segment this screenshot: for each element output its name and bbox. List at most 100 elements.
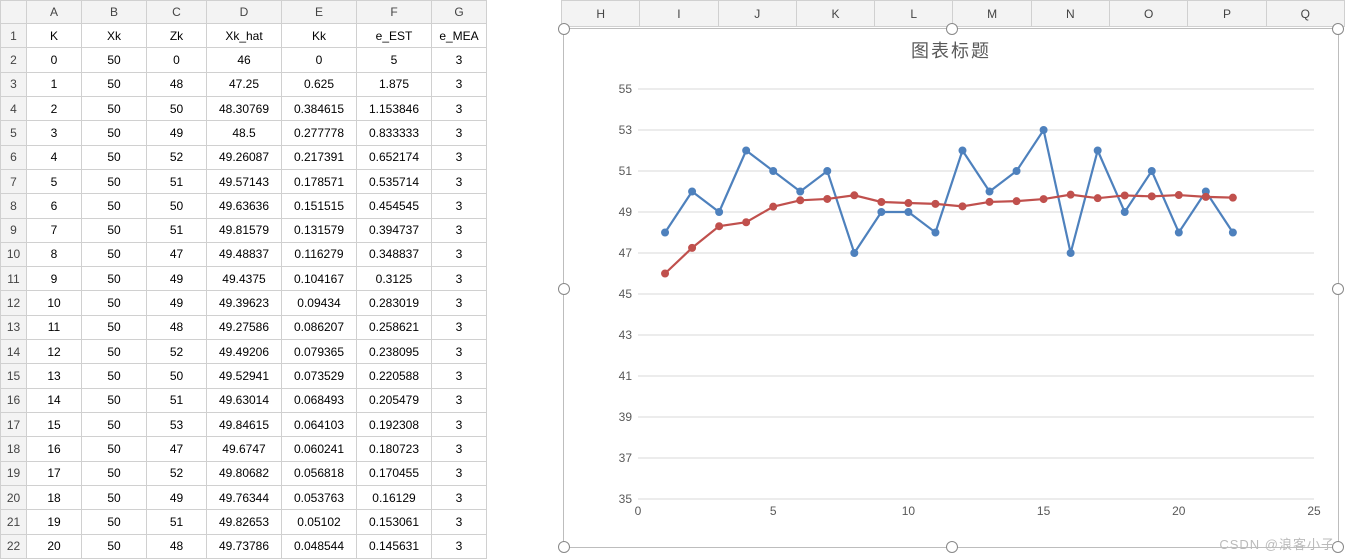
cell[interactable]: 3 bbox=[432, 461, 487, 485]
cell[interactable]: 15 bbox=[27, 413, 82, 437]
cell[interactable]: 0.384615 bbox=[282, 96, 357, 120]
row-header[interactable]: 18 bbox=[1, 437, 27, 461]
col-header-L[interactable]: L bbox=[875, 1, 953, 27]
col-header-A[interactable]: A bbox=[27, 1, 82, 24]
cell[interactable]: 50 bbox=[82, 485, 147, 509]
cell[interactable]: 49.73786 bbox=[207, 534, 282, 558]
row-header[interactable]: 7 bbox=[1, 169, 27, 193]
cell[interactable]: 0.258621 bbox=[357, 315, 432, 339]
cell[interactable]: 0.833333 bbox=[357, 121, 432, 145]
cell[interactable]: 3 bbox=[432, 340, 487, 364]
col-header-G[interactable]: G bbox=[432, 1, 487, 24]
cell[interactable]: 0.048544 bbox=[282, 534, 357, 558]
resize-handle-icon[interactable] bbox=[1332, 283, 1344, 295]
cell[interactable]: 3 bbox=[432, 534, 487, 558]
row-header[interactable]: 3 bbox=[1, 72, 27, 96]
cell[interactable]: 3 bbox=[432, 267, 487, 291]
cell[interactable]: 49.80682 bbox=[207, 461, 282, 485]
cell[interactable]: Xk_hat bbox=[207, 24, 282, 48]
cell[interactable]: 50 bbox=[82, 96, 147, 120]
cell[interactable]: 0.068493 bbox=[282, 388, 357, 412]
cell[interactable]: 9 bbox=[27, 267, 82, 291]
cell[interactable]: 49.63014 bbox=[207, 388, 282, 412]
row-header[interactable]: 1 bbox=[1, 24, 27, 48]
cell[interactable]: 3 bbox=[432, 315, 487, 339]
resize-handle-icon[interactable] bbox=[558, 23, 570, 35]
col-header-B[interactable]: B bbox=[82, 1, 147, 24]
cell[interactable]: 14 bbox=[27, 388, 82, 412]
cell[interactable]: 0.217391 bbox=[282, 145, 357, 169]
cell[interactable]: 0.178571 bbox=[282, 169, 357, 193]
cell[interactable]: 0.073529 bbox=[282, 364, 357, 388]
row-header[interactable]: 14 bbox=[1, 340, 27, 364]
cell[interactable]: 49 bbox=[147, 291, 207, 315]
cell[interactable]: 51 bbox=[147, 169, 207, 193]
cell[interactable]: 0.238095 bbox=[357, 340, 432, 364]
cell[interactable]: 49.84615 bbox=[207, 413, 282, 437]
cell[interactable]: 5 bbox=[357, 48, 432, 72]
cell[interactable]: 47.25 bbox=[207, 72, 282, 96]
cell[interactable]: 3 bbox=[432, 242, 487, 266]
cell[interactable]: 1.153846 bbox=[357, 96, 432, 120]
cell[interactable]: 49.57143 bbox=[207, 169, 282, 193]
cell[interactable]: 0.104167 bbox=[282, 267, 357, 291]
row-header[interactable]: 19 bbox=[1, 461, 27, 485]
col-header-C[interactable]: C bbox=[147, 1, 207, 24]
row-header[interactable]: 9 bbox=[1, 218, 27, 242]
cell[interactable]: Xk bbox=[82, 24, 147, 48]
cell[interactable]: 3 bbox=[432, 485, 487, 509]
cell[interactable]: 49.63636 bbox=[207, 194, 282, 218]
row-header[interactable]: 6 bbox=[1, 145, 27, 169]
resize-handle-icon[interactable] bbox=[558, 541, 570, 553]
cell[interactable]: 0.625 bbox=[282, 72, 357, 96]
cell[interactable]: 0.283019 bbox=[357, 291, 432, 315]
cell[interactable]: 0.652174 bbox=[357, 145, 432, 169]
resize-handle-icon[interactable] bbox=[1332, 23, 1344, 35]
cell[interactable]: 3 bbox=[432, 194, 487, 218]
cell[interactable]: 49.82653 bbox=[207, 510, 282, 534]
cell[interactable]: 52 bbox=[147, 145, 207, 169]
cell[interactable]: 3 bbox=[432, 218, 487, 242]
cell[interactable]: 3 bbox=[432, 48, 487, 72]
cell[interactable]: 7 bbox=[27, 218, 82, 242]
row-header[interactable]: 21 bbox=[1, 510, 27, 534]
cell[interactable]: 17 bbox=[27, 461, 82, 485]
cell[interactable]: 47 bbox=[147, 437, 207, 461]
cell[interactable]: 1 bbox=[27, 72, 82, 96]
cell[interactable]: 6 bbox=[27, 194, 82, 218]
cell[interactable]: 2 bbox=[27, 96, 82, 120]
resize-handle-icon[interactable] bbox=[1332, 541, 1344, 553]
cell[interactable]: 8 bbox=[27, 242, 82, 266]
cell[interactable]: 3 bbox=[432, 413, 487, 437]
cell[interactable]: 0.145631 bbox=[357, 534, 432, 558]
cell[interactable]: e_EST bbox=[357, 24, 432, 48]
cell[interactable]: 4 bbox=[27, 145, 82, 169]
cell[interactable]: 49.76344 bbox=[207, 485, 282, 509]
cell[interactable]: 48.30769 bbox=[207, 96, 282, 120]
cell[interactable]: 50 bbox=[82, 145, 147, 169]
cell[interactable]: 0.056818 bbox=[282, 461, 357, 485]
cell[interactable]: 0.064103 bbox=[282, 413, 357, 437]
cell[interactable]: 3 bbox=[432, 145, 487, 169]
cell[interactable]: 0.454545 bbox=[357, 194, 432, 218]
cell[interactable]: 0 bbox=[27, 48, 82, 72]
cell[interactable]: 49.81579 bbox=[207, 218, 282, 242]
cell[interactable]: 0.192308 bbox=[357, 413, 432, 437]
cell[interactable]: 0.151515 bbox=[282, 194, 357, 218]
cell[interactable]: 0.3125 bbox=[357, 267, 432, 291]
cell[interactable]: 50 bbox=[147, 96, 207, 120]
cell[interactable]: 51 bbox=[147, 510, 207, 534]
col-header-P[interactable]: P bbox=[1188, 1, 1266, 27]
cell[interactable]: 0.153061 bbox=[357, 510, 432, 534]
cell[interactable]: 11 bbox=[27, 315, 82, 339]
cell[interactable]: 51 bbox=[147, 218, 207, 242]
cell[interactable]: 49.48837 bbox=[207, 242, 282, 266]
cell[interactable]: 50 bbox=[82, 72, 147, 96]
cell[interactable]: 49.49206 bbox=[207, 340, 282, 364]
cell[interactable]: 0.116279 bbox=[282, 242, 357, 266]
cell[interactable]: 49.39623 bbox=[207, 291, 282, 315]
cell[interactable]: 0 bbox=[282, 48, 357, 72]
col-header-H[interactable]: H bbox=[562, 1, 640, 27]
cell[interactable]: 0.131579 bbox=[282, 218, 357, 242]
row-header[interactable]: 15 bbox=[1, 364, 27, 388]
